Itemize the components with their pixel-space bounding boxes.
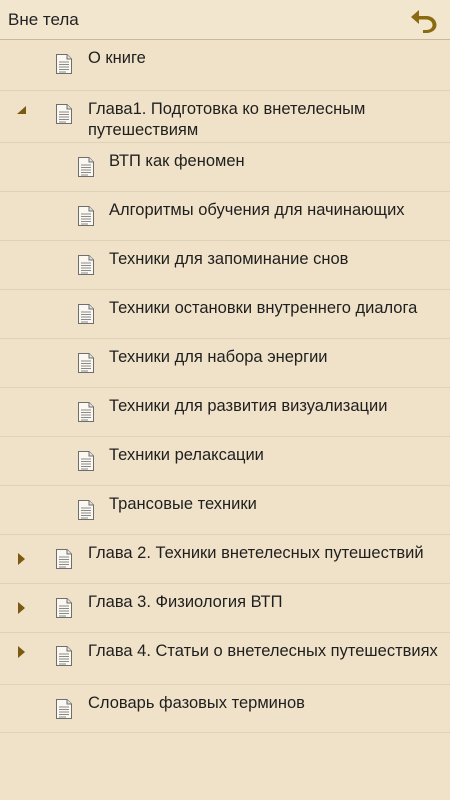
toc-item-label: Глава 4. Статьи о внетелесных путешестви… bbox=[88, 642, 438, 660]
document-icon bbox=[55, 597, 73, 619]
collapsed-arrow-icon[interactable] bbox=[14, 645, 28, 659]
toc-section-item[interactable]: Техники для развития визуализации bbox=[0, 388, 450, 437]
document-icon bbox=[55, 103, 73, 125]
document-icon bbox=[77, 303, 95, 325]
document-icon bbox=[55, 645, 73, 667]
toc-section-item[interactable]: Техники релаксации bbox=[0, 437, 450, 486]
document-icon bbox=[77, 352, 95, 374]
document-icon bbox=[77, 401, 95, 423]
toc-item-label: Алгоритмы обучения для начинающих bbox=[109, 201, 405, 219]
app-title: Вне тела bbox=[8, 9, 79, 29]
collapsed-arrow-icon[interactable] bbox=[14, 552, 28, 566]
toc-item-label: ВТП как феномен bbox=[109, 152, 245, 170]
document-icon bbox=[55, 548, 73, 570]
toc-chapter-item[interactable]: Глава 4. Статьи о внетелесных путешестви… bbox=[0, 633, 450, 685]
toc-item-label: О книге bbox=[88, 49, 146, 67]
toc-section-item[interactable]: ВТП как феномен bbox=[0, 143, 450, 192]
toc-item-label: Техники для набора энергии bbox=[109, 348, 328, 366]
document-icon bbox=[77, 156, 95, 178]
toc-section-item[interactable]: Техники для набора энергии bbox=[0, 339, 450, 388]
toc-chapter-item[interactable]: Глава 2. Техники внетелесных путешествий bbox=[0, 535, 450, 584]
toc-item-label: Техники релаксации bbox=[109, 446, 264, 464]
toc-item-label: Глава1. Подготовка ко внетелесным путеше… bbox=[88, 100, 366, 139]
undo-icon bbox=[411, 9, 437, 33]
collapsed-arrow-icon[interactable] bbox=[14, 601, 28, 615]
toc-item-label: Глава 2. Техники внетелесных путешествий bbox=[88, 544, 424, 562]
document-icon bbox=[77, 254, 95, 276]
toc-item-label: Глава 3. Физиология ВТП bbox=[88, 593, 283, 611]
document-icon bbox=[77, 499, 95, 521]
toc-chapter-item[interactable]: О книге bbox=[0, 40, 450, 91]
toc-chapter-item[interactable]: Глава 3. Физиология ВТП bbox=[0, 584, 450, 633]
document-icon bbox=[55, 53, 73, 75]
toc-item-label: Техники для развития визуализации bbox=[109, 397, 388, 415]
toc-list: О книге Глава1. Подготовка ко внетелесным… bbox=[0, 40, 450, 733]
document-icon bbox=[55, 698, 73, 720]
document-icon bbox=[77, 205, 95, 227]
toc-section-item[interactable]: Трансовые техники bbox=[0, 486, 450, 535]
toc-item-label: Техники остановки внутреннего диалога bbox=[109, 299, 418, 317]
expanded-arrow-icon[interactable] bbox=[14, 103, 28, 117]
toc-chapter-item[interactable]: Глава1. Подготовка ко внетелесным путеше… bbox=[0, 91, 450, 143]
app-header: Вне тела bbox=[0, 0, 450, 40]
toc-section-item[interactable]: Алгоритмы обучения для начинающих bbox=[0, 192, 450, 241]
toc-section-item[interactable]: Техники для запоминание снов bbox=[0, 241, 450, 290]
toc-item-label: Техники для запоминание снов bbox=[109, 250, 349, 268]
toc-item-label: Трансовые техники bbox=[109, 495, 257, 513]
toc-chapter-item[interactable]: Словарь фазовых терминов bbox=[0, 685, 450, 733]
back-button[interactable] bbox=[408, 4, 440, 36]
document-icon bbox=[77, 450, 95, 472]
toc-item-label: Словарь фазовых терминов bbox=[88, 694, 305, 712]
toc-section-item[interactable]: Техники остановки внутреннего диалога bbox=[0, 290, 450, 339]
